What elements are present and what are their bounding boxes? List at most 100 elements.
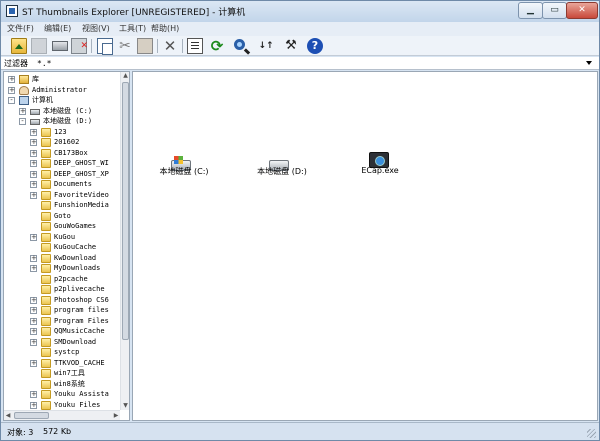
title-bar[interactable]: ST Thumbnails Explorer [UNREGISTERED] - … xyxy=(1,1,599,22)
expand-icon[interactable]: + xyxy=(30,296,37,304)
minimize-button[interactable]: ▁ xyxy=(518,2,543,19)
expand-icon[interactable]: + xyxy=(30,338,37,346)
expand-icon[interactable]: + xyxy=(30,265,37,272)
folder-icon xyxy=(41,253,51,263)
scroll-thumb[interactable] xyxy=(122,82,129,340)
status-bar: 对象: 3 572 Kb xyxy=(1,422,599,440)
thumbnail-item[interactable]: ECap.exe xyxy=(330,112,430,192)
new-folder-icon[interactable] xyxy=(31,38,47,54)
user-icon xyxy=(19,85,29,95)
folder-icon xyxy=(41,369,51,378)
expand-icon[interactable]: + xyxy=(30,328,37,335)
folder-icon xyxy=(41,159,51,168)
folder-up-icon[interactable] xyxy=(11,38,27,54)
app-icon xyxy=(6,5,18,17)
tree-item-label: 本地磁盘 (C:) xyxy=(43,106,93,115)
filter-input[interactable] xyxy=(37,57,582,69)
tree-vertical-scrollbar[interactable]: ▲ ▼ xyxy=(120,72,129,410)
resize-grip-icon[interactable] xyxy=(587,429,596,438)
expand-icon[interactable]: + xyxy=(30,128,37,136)
tools-icon[interactable]: ⚒ xyxy=(283,38,299,54)
maximize-button[interactable]: ▭ xyxy=(542,2,567,19)
scroll-down-icon[interactable]: ▼ xyxy=(122,402,129,410)
expand-icon[interactable]: + xyxy=(30,139,37,146)
window-title: ST Thumbnails Explorer [UNREGISTERED] - … xyxy=(22,8,246,18)
expand-icon[interactable]: + xyxy=(8,76,15,83)
tree-item-label: Youku Assista xyxy=(54,390,109,398)
scroll-up-icon[interactable]: ▲ xyxy=(122,72,129,80)
close-button[interactable]: ✕ xyxy=(566,2,598,19)
folder-icon xyxy=(41,295,51,305)
tree-item-label: Documents xyxy=(54,180,92,188)
menu-edit[interactable]: 编辑(E) xyxy=(44,23,71,34)
cancel-icon[interactable]: ✕ xyxy=(162,38,178,54)
folder-icon xyxy=(41,243,51,252)
expand-icon[interactable]: + xyxy=(30,181,37,188)
folder-icon xyxy=(41,211,51,221)
tree-item-label: Photoshop CS6 xyxy=(54,295,109,304)
thumbnail-item[interactable]: 本地磁盘 (C:) xyxy=(134,112,234,192)
folder-icon xyxy=(41,180,51,189)
collapse-icon[interactable]: - xyxy=(8,97,15,104)
thumbnail-item[interactable]: 本地磁盘 (D:) xyxy=(232,112,332,192)
properties-icon[interactable] xyxy=(187,38,203,54)
menu-tools[interactable]: 工具(T) xyxy=(119,23,146,34)
expand-icon[interactable]: + xyxy=(19,107,26,115)
menu-view[interactable]: 视图(V) xyxy=(82,23,110,34)
folder-icon xyxy=(41,306,51,315)
tree-item-label: 201602 xyxy=(54,138,80,146)
folder-icon xyxy=(41,127,51,137)
folder-icon xyxy=(41,232,51,242)
menu-file[interactable]: 文件(F) xyxy=(7,23,34,34)
folder-icon xyxy=(41,400,51,410)
expand-icon[interactable]: + xyxy=(30,149,37,157)
refresh-icon[interactable]: ⟳ xyxy=(209,38,225,54)
drive-icon[interactable] xyxy=(52,41,68,51)
tree-item-label: GouWoGames xyxy=(54,222,97,230)
scroll-right-icon[interactable]: ▶ xyxy=(112,411,120,420)
folder-icon xyxy=(41,169,51,179)
tree-item-label: FunshionMedia xyxy=(54,201,109,209)
tree-item-label: p2pcache xyxy=(54,274,88,283)
help-icon[interactable]: ? xyxy=(307,38,323,54)
expand-icon[interactable]: + xyxy=(30,191,37,199)
scroll-thumb[interactable] xyxy=(14,412,49,419)
menu-help[interactable]: 帮助(H) xyxy=(151,23,179,34)
folder-icon xyxy=(41,285,51,294)
library-icon xyxy=(19,75,29,84)
expand-icon[interactable]: + xyxy=(30,359,37,367)
expand-icon[interactable]: + xyxy=(30,160,37,167)
collapse-icon[interactable]: - xyxy=(19,118,26,125)
tree-item-label: KwDownload xyxy=(54,253,97,262)
chevron-down-icon[interactable] xyxy=(586,61,592,65)
expand-icon[interactable]: + xyxy=(30,307,37,314)
paste-icon[interactable] xyxy=(137,38,153,54)
scroll-left-icon[interactable]: ◀ xyxy=(4,411,12,420)
tree-item-label: 计算机 xyxy=(32,96,53,104)
expand-icon[interactable]: + xyxy=(30,317,37,325)
tree-item-label: program files xyxy=(54,306,109,314)
tree-horizontal-scrollbar[interactable]: ◀ ▶ xyxy=(4,410,120,420)
expand-icon[interactable]: + xyxy=(30,254,37,262)
thumbnail-view[interactable]: 本地磁盘 (C:) 本地磁盘 (D:) ECap.exe xyxy=(132,71,598,421)
expand-icon[interactable]: + xyxy=(30,391,37,398)
copy-icon[interactable] xyxy=(97,38,113,55)
folder-tree[interactable]: + 库 + Administrator - 计算机 + 本地磁盘 (C:) - 本地磁盘 (D:)… xyxy=(3,71,130,421)
folder-icon xyxy=(41,264,51,273)
sort-icon[interactable]: ↓↑ xyxy=(258,38,274,54)
expand-icon[interactable]: + xyxy=(8,86,15,94)
expand-icon[interactable]: + xyxy=(30,170,37,178)
tree-item-label: TTKVOD_CACHE xyxy=(54,358,105,367)
cut-icon[interactable]: ✂ xyxy=(117,38,133,54)
toolbar-separator xyxy=(182,39,183,53)
tree-item-label: Program Files xyxy=(54,316,109,325)
expand-icon[interactable]: + xyxy=(30,233,37,241)
tree-item-label: 本地磁盘 (D:) xyxy=(43,117,93,125)
tree-item-label: Administrator xyxy=(32,85,87,94)
tree-item-label: KuGouCache xyxy=(54,243,97,251)
delete-icon[interactable] xyxy=(71,38,88,54)
tree-item-label: FavoriteVideo xyxy=(54,190,109,199)
folder-icon xyxy=(41,138,51,147)
expand-icon[interactable]: + xyxy=(30,401,37,409)
search-icon[interactable] xyxy=(234,39,245,50)
